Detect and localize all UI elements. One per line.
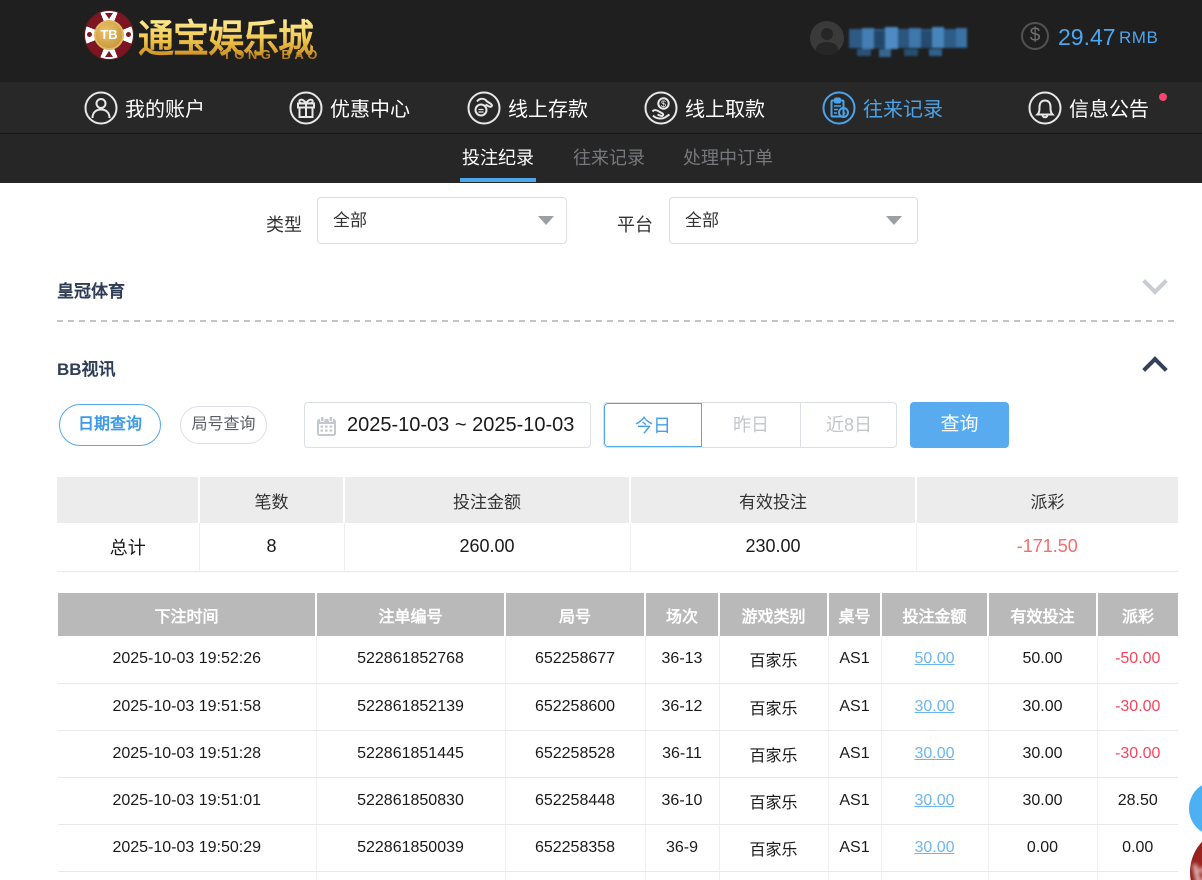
svg-text:$: $ — [661, 98, 666, 108]
